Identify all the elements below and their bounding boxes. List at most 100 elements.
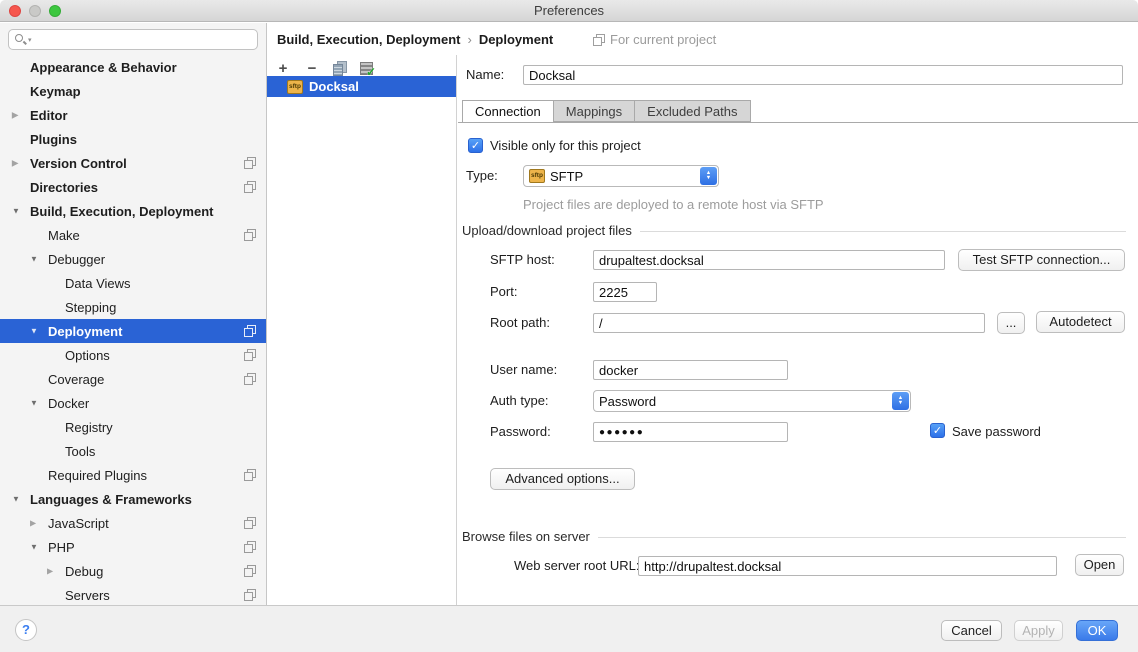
sidebar-item-label: Languages & Frameworks (30, 492, 192, 507)
sidebar-item-label: Required Plugins (48, 468, 147, 483)
expand-arrow-icon[interactable]: ▶ (12, 110, 18, 119)
minimize-button[interactable] (29, 5, 41, 17)
collapse-arrow-icon[interactable]: ▼ (30, 398, 38, 407)
search-icon[interactable] (14, 33, 27, 46)
sidebar-item-plugins[interactable]: Plugins (0, 127, 266, 151)
project-config-icon (244, 157, 256, 169)
advanced-options-button[interactable]: Advanced options... (490, 468, 635, 490)
sidebar-item-label: Make (48, 228, 80, 243)
title-bar: Preferences (0, 0, 1138, 22)
sidebar-item-label: Registry (65, 420, 113, 435)
cancel-button[interactable]: Cancel (941, 620, 1002, 641)
breadcrumb-item-build-execution-deployment[interactable]: Build, Execution, Deployment (277, 32, 460, 47)
sidebar-item-directories[interactable]: Directories (0, 175, 266, 199)
sidebar-item-coverage[interactable]: Coverage (0, 367, 266, 391)
sidebar-item-make[interactable]: Make (0, 223, 266, 247)
sidebar-item-label: Directories (30, 180, 98, 195)
use-as-default-button[interactable] (360, 62, 373, 75)
type-hint: Project files are deployed to a remote h… (523, 197, 824, 213)
web-root-input[interactable] (638, 556, 1057, 576)
sidebar-item-servers[interactable]: Servers (0, 583, 266, 607)
search-input[interactable] (36, 32, 252, 47)
copy-server-button[interactable] (333, 61, 347, 76)
settings-sidebar: ▾ Appearance & Behavior Keymap ▶Editor Plug… (0, 23, 267, 605)
server-list-panel: + − Docksal (267, 55, 457, 605)
server-name: Docksal (309, 79, 359, 94)
auth-type-label: Auth type: (490, 391, 549, 411)
sidebar-item-label: Data Views (65, 276, 131, 291)
browse-root-path-button[interactable]: ... (997, 312, 1025, 334)
tab-connection[interactable]: Connection (462, 100, 554, 123)
sidebar-item-php[interactable]: ▼ PHP (0, 535, 266, 559)
project-config-icon (244, 229, 256, 241)
visible-only-checkbox[interactable] (468, 138, 483, 153)
expand-arrow-icon[interactable]: ▶ (47, 566, 53, 575)
help-button[interactable]: ? (15, 619, 37, 641)
open-button[interactable]: Open (1075, 554, 1124, 576)
search-options-caret-icon[interactable]: ▾ (28, 36, 32, 44)
type-dropdown[interactable]: SFTP ▲▼ (523, 165, 719, 187)
sidebar-item-version-control[interactable]: ▶Version Control (0, 151, 266, 175)
ok-button[interactable]: OK (1076, 620, 1118, 641)
content-area: Build, Execution, Deployment›Deployment … (267, 23, 1138, 605)
sidebar-item-label: Debugger (48, 252, 105, 267)
type-value: SFTP (550, 169, 583, 184)
zoom-button[interactable] (49, 5, 61, 17)
sidebar-item-docker[interactable]: ▼ Docker (0, 391, 266, 415)
sidebar-item-debug[interactable]: ▶Debug (0, 559, 266, 583)
autodetect-button[interactable]: Autodetect (1036, 311, 1125, 333)
sidebar-item-options[interactable]: Options (0, 343, 266, 367)
password-label: Password: (490, 422, 551, 442)
expand-arrow-icon[interactable]: ▶ (12, 158, 18, 167)
project-config-icon (244, 565, 256, 577)
tab-bar: ConnectionMappingsExcluded Paths (462, 100, 751, 123)
sidebar-item-label: PHP (48, 540, 75, 555)
collapse-arrow-icon[interactable]: ▼ (30, 254, 38, 263)
root-path-input[interactable] (593, 313, 985, 333)
expand-arrow-icon[interactable]: ▶ (30, 518, 36, 527)
password-input[interactable] (593, 422, 788, 442)
sidebar-item-languages-frameworks[interactable]: ▼ Languages & Frameworks (0, 487, 266, 511)
sidebar-item-deployment[interactable]: ▼Deployment (0, 319, 266, 343)
sidebar-item-registry[interactable]: Registry (0, 415, 266, 439)
sidebar-item-tools[interactable]: Tools (0, 439, 266, 463)
server-list-item-docksal[interactable]: Docksal (267, 76, 456, 97)
save-password-checkbox[interactable] (930, 423, 945, 438)
sidebar-item-label: Coverage (48, 372, 104, 387)
sidebar-item-debugger[interactable]: ▼ Debugger (0, 247, 266, 271)
sidebar-item-label: Plugins (30, 132, 77, 147)
tab-mappings[interactable]: Mappings (554, 100, 635, 122)
dropdown-stepper-icon: ▲▼ (892, 392, 909, 410)
sidebar-item-appearance-behavior[interactable]: Appearance & Behavior (0, 55, 266, 79)
name-label: Name: (466, 65, 504, 85)
auth-type-dropdown[interactable]: Password ▲▼ (593, 390, 911, 412)
dialog-footer: ? Cancel Apply OK (0, 605, 1138, 652)
tab-excluded-paths[interactable]: Excluded Paths (635, 100, 750, 122)
remove-server-button[interactable]: − (304, 60, 320, 76)
sidebar-item-javascript[interactable]: ▶JavaScript (0, 511, 266, 535)
collapse-arrow-icon[interactable]: ▼ (30, 326, 38, 335)
name-input[interactable] (523, 65, 1123, 85)
settings-search[interactable]: ▾ (8, 29, 258, 50)
sidebar-item-label: Keymap (30, 84, 81, 99)
port-input[interactable] (593, 282, 657, 302)
project-config-icon (244, 589, 256, 601)
collapse-arrow-icon[interactable]: ▼ (12, 206, 20, 215)
sidebar-item-required-plugins[interactable]: Required Plugins (0, 463, 266, 487)
sidebar-item-stepping[interactable]: Stepping (0, 295, 266, 319)
visible-only-label: Visible only for this project (490, 136, 641, 156)
sidebar-item-build-execution-deployment[interactable]: ▼Build, Execution, Deployment (0, 199, 266, 223)
sidebar-item-keymap[interactable]: Keymap (0, 79, 266, 103)
close-button[interactable] (9, 5, 21, 17)
sidebar-item-data-views[interactable]: Data Views (0, 271, 266, 295)
add-server-button[interactable]: + (275, 60, 291, 76)
collapse-arrow-icon[interactable]: ▼ (30, 542, 38, 551)
test-sftp-connection-button[interactable]: Test SFTP connection... (958, 249, 1125, 271)
sidebar-item-label: Docker (48, 396, 89, 411)
apply-button[interactable]: Apply (1014, 620, 1063, 641)
auth-type-value: Password (599, 394, 656, 409)
user-name-input[interactable] (593, 360, 788, 380)
collapse-arrow-icon[interactable]: ▼ (12, 494, 20, 503)
sidebar-item-editor[interactable]: ▶Editor (0, 103, 266, 127)
sftp-host-input[interactable] (593, 250, 945, 270)
